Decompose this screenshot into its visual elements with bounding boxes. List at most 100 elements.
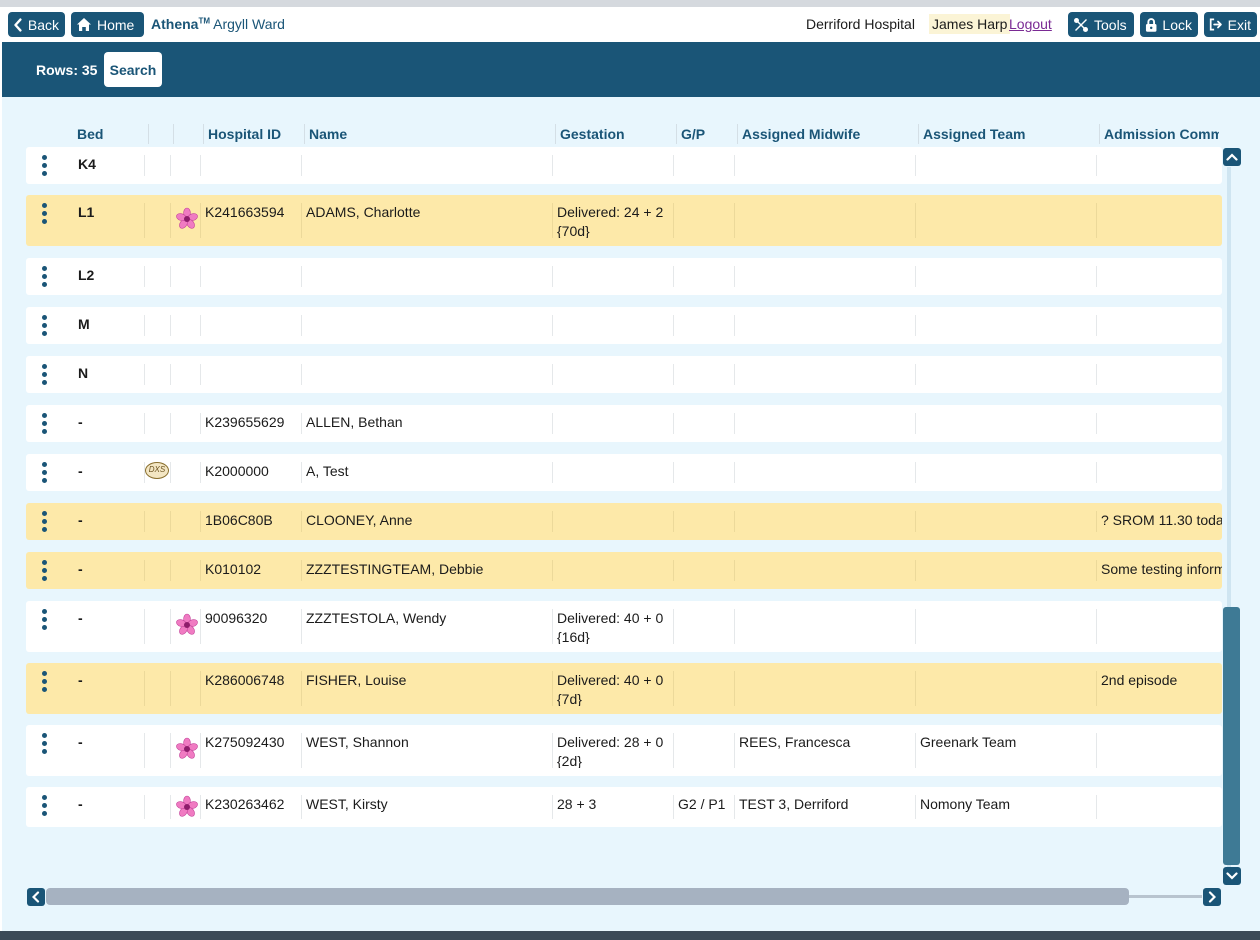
table-row[interactable]: M [26, 307, 1222, 344]
row-menu-icon[interactable] [41, 671, 49, 695]
header-gestation[interactable]: Gestation [555, 124, 676, 144]
table-row[interactable]: - K239655629 ALLEN, Bethan [26, 405, 1222, 442]
table-row[interactable]: - K286006748 FISHER, Louise Delivered: 40 +… [26, 663, 1222, 714]
horizontal-scroll-thumb[interactable] [46, 888, 1129, 905]
lock-icon [1145, 17, 1157, 32]
chevron-left-icon [32, 891, 40, 903]
row-bed-cell: L1 [78, 204, 95, 220]
row-team-cell [915, 203, 1096, 238]
exit-button[interactable]: Exit [1204, 12, 1257, 37]
header-icon-1[interactable] [148, 124, 173, 144]
row-menu-icon[interactable] [41, 315, 49, 339]
table-row[interactable]: - K275092430 WEST, Shannon Delivered: 28 + … [26, 725, 1222, 776]
dxs-badge-label: DXS [148, 465, 166, 474]
home-label: Home [97, 16, 135, 33]
row-admission-comment-cell [1096, 266, 1222, 287]
search-button[interactable]: Search [104, 52, 162, 87]
row-hospital-id-cell: K2000000 [200, 462, 301, 483]
row-icon2-cell [170, 671, 200, 706]
header-admission-comments[interactable]: Admission Comm [1099, 124, 1219, 144]
header-name[interactable]: Name [304, 124, 555, 144]
row-gp-cell [673, 413, 734, 434]
row-icon2-cell [170, 413, 200, 434]
row-gestation-cell: Delivered: 40 + 0 {7d} [552, 671, 673, 706]
row-icon1-cell [144, 155, 170, 176]
row-icon1-cell [144, 364, 170, 385]
exit-icon [1209, 18, 1222, 31]
flower-icon [175, 613, 200, 642]
row-admission-comment-cell [1096, 795, 1222, 819]
row-menu-icon[interactable] [41, 795, 49, 819]
tools-button[interactable]: Tools [1068, 12, 1134, 37]
table-row[interactable]: L1 K241663594 ADAMS, Charlotte Delivered: 2… [26, 195, 1222, 246]
header-gp[interactable]: G/P [676, 124, 737, 144]
vertical-scroll-thumb[interactable] [1223, 607, 1240, 865]
row-menu-icon[interactable] [41, 266, 49, 290]
row-icon2-cell [170, 266, 200, 287]
gestation-line-2: {2d} [557, 753, 582, 768]
table-row[interactable]: - 1B06C80B CLOONEY, Anne ? SROM 11.30 today [26, 503, 1222, 540]
row-name-cell: WEST, Shannon [301, 733, 552, 768]
table-row[interactable]: -90096320 ZZZTESTOLA, Wendy Delivered: 40 … [26, 601, 1222, 652]
row-hospital-id-cell: K010102 [200, 560, 301, 581]
row-bed-cell: - [78, 610, 83, 626]
logout-link[interactable]: Logout [1009, 16, 1052, 32]
row-admission-comment-cell [1096, 315, 1222, 336]
chevron-left-icon [14, 17, 22, 32]
row-midwife-cell [734, 560, 915, 581]
row-bed-cell: L2 [78, 267, 95, 283]
row-bed-cell: - [78, 561, 83, 577]
row-menu-icon[interactable] [41, 609, 49, 633]
scroll-left-button[interactable] [27, 888, 45, 906]
home-button[interactable]: Home [71, 12, 144, 37]
scroll-right-button[interactable] [1203, 888, 1221, 906]
row-icon1-cell [144, 203, 170, 238]
app-brand: AthenaTM Argyll Ward [151, 16, 285, 32]
row-name-cell: ZZZTESTINGTEAM, Debbie [301, 560, 552, 581]
row-menu-icon[interactable] [41, 364, 49, 388]
row-name-cell: FISHER, Louise [301, 671, 552, 706]
table-row[interactable]: L2 [26, 258, 1222, 295]
row-gestation-cell: Delivered: 24 + 2 {70d} [552, 203, 673, 238]
row-team-cell [915, 511, 1096, 532]
row-menu-icon[interactable] [41, 203, 49, 227]
row-gestation-cell [552, 413, 673, 434]
row-menu-icon[interactable] [41, 413, 49, 437]
table-row[interactable]: - K230263462 WEST, Kirsty 28 + 3 G2 / P1 TEST… [26, 787, 1222, 827]
row-menu-icon[interactable] [41, 560, 49, 584]
table-row[interactable]: N [26, 356, 1222, 393]
table-row[interactable]: - K010102 ZZZTESTINGTEAM, Debbie Some testi… [26, 552, 1222, 589]
row-hospital-id-cell: K239655629 [200, 413, 301, 434]
header-hospital-id[interactable]: Hospital ID [203, 124, 304, 144]
row-gp-cell [673, 733, 734, 768]
header-assigned-team[interactable]: Assigned Team [918, 124, 1099, 144]
row-bed-cell: N [78, 365, 89, 381]
row-bed-cell: - [78, 734, 83, 750]
header-icon-2[interactable] [173, 124, 203, 144]
row-bed-cell: K4 [78, 156, 96, 172]
header-assigned-midwife[interactable]: Assigned Midwife [737, 124, 918, 144]
row-bed-cell: - [78, 414, 83, 430]
row-admission-comment-cell [1096, 203, 1222, 238]
scroll-up-button[interactable] [1223, 148, 1241, 166]
row-menu-icon[interactable] [41, 511, 49, 535]
row-gp-cell [673, 511, 734, 532]
header-bed[interactable]: Bed [73, 124, 147, 144]
table-row[interactable]: - DXS K2000000 A, Test [26, 454, 1222, 491]
table-row[interactable]: K4 [26, 147, 1222, 184]
gestation-line-1: Delivered: 28 + 0 [557, 734, 664, 750]
row-hospital-id-cell [200, 364, 301, 385]
scroll-down-button[interactable] [1223, 867, 1241, 885]
row-gp-cell [673, 671, 734, 706]
row-name-cell: ALLEN, Bethan [301, 413, 552, 434]
row-icon2-cell [170, 315, 200, 336]
row-menu-icon[interactable] [41, 155, 49, 179]
hospital-name: Derriford Hospital [806, 16, 915, 32]
row-midwife-cell [734, 671, 915, 706]
back-button[interactable]: Back [8, 12, 65, 37]
lock-button[interactable]: Lock [1140, 12, 1198, 37]
row-menu-icon[interactable] [41, 733, 49, 757]
row-gp-cell [673, 609, 734, 644]
row-menu-icon[interactable] [41, 462, 49, 486]
row-midwife-cell [734, 266, 915, 287]
